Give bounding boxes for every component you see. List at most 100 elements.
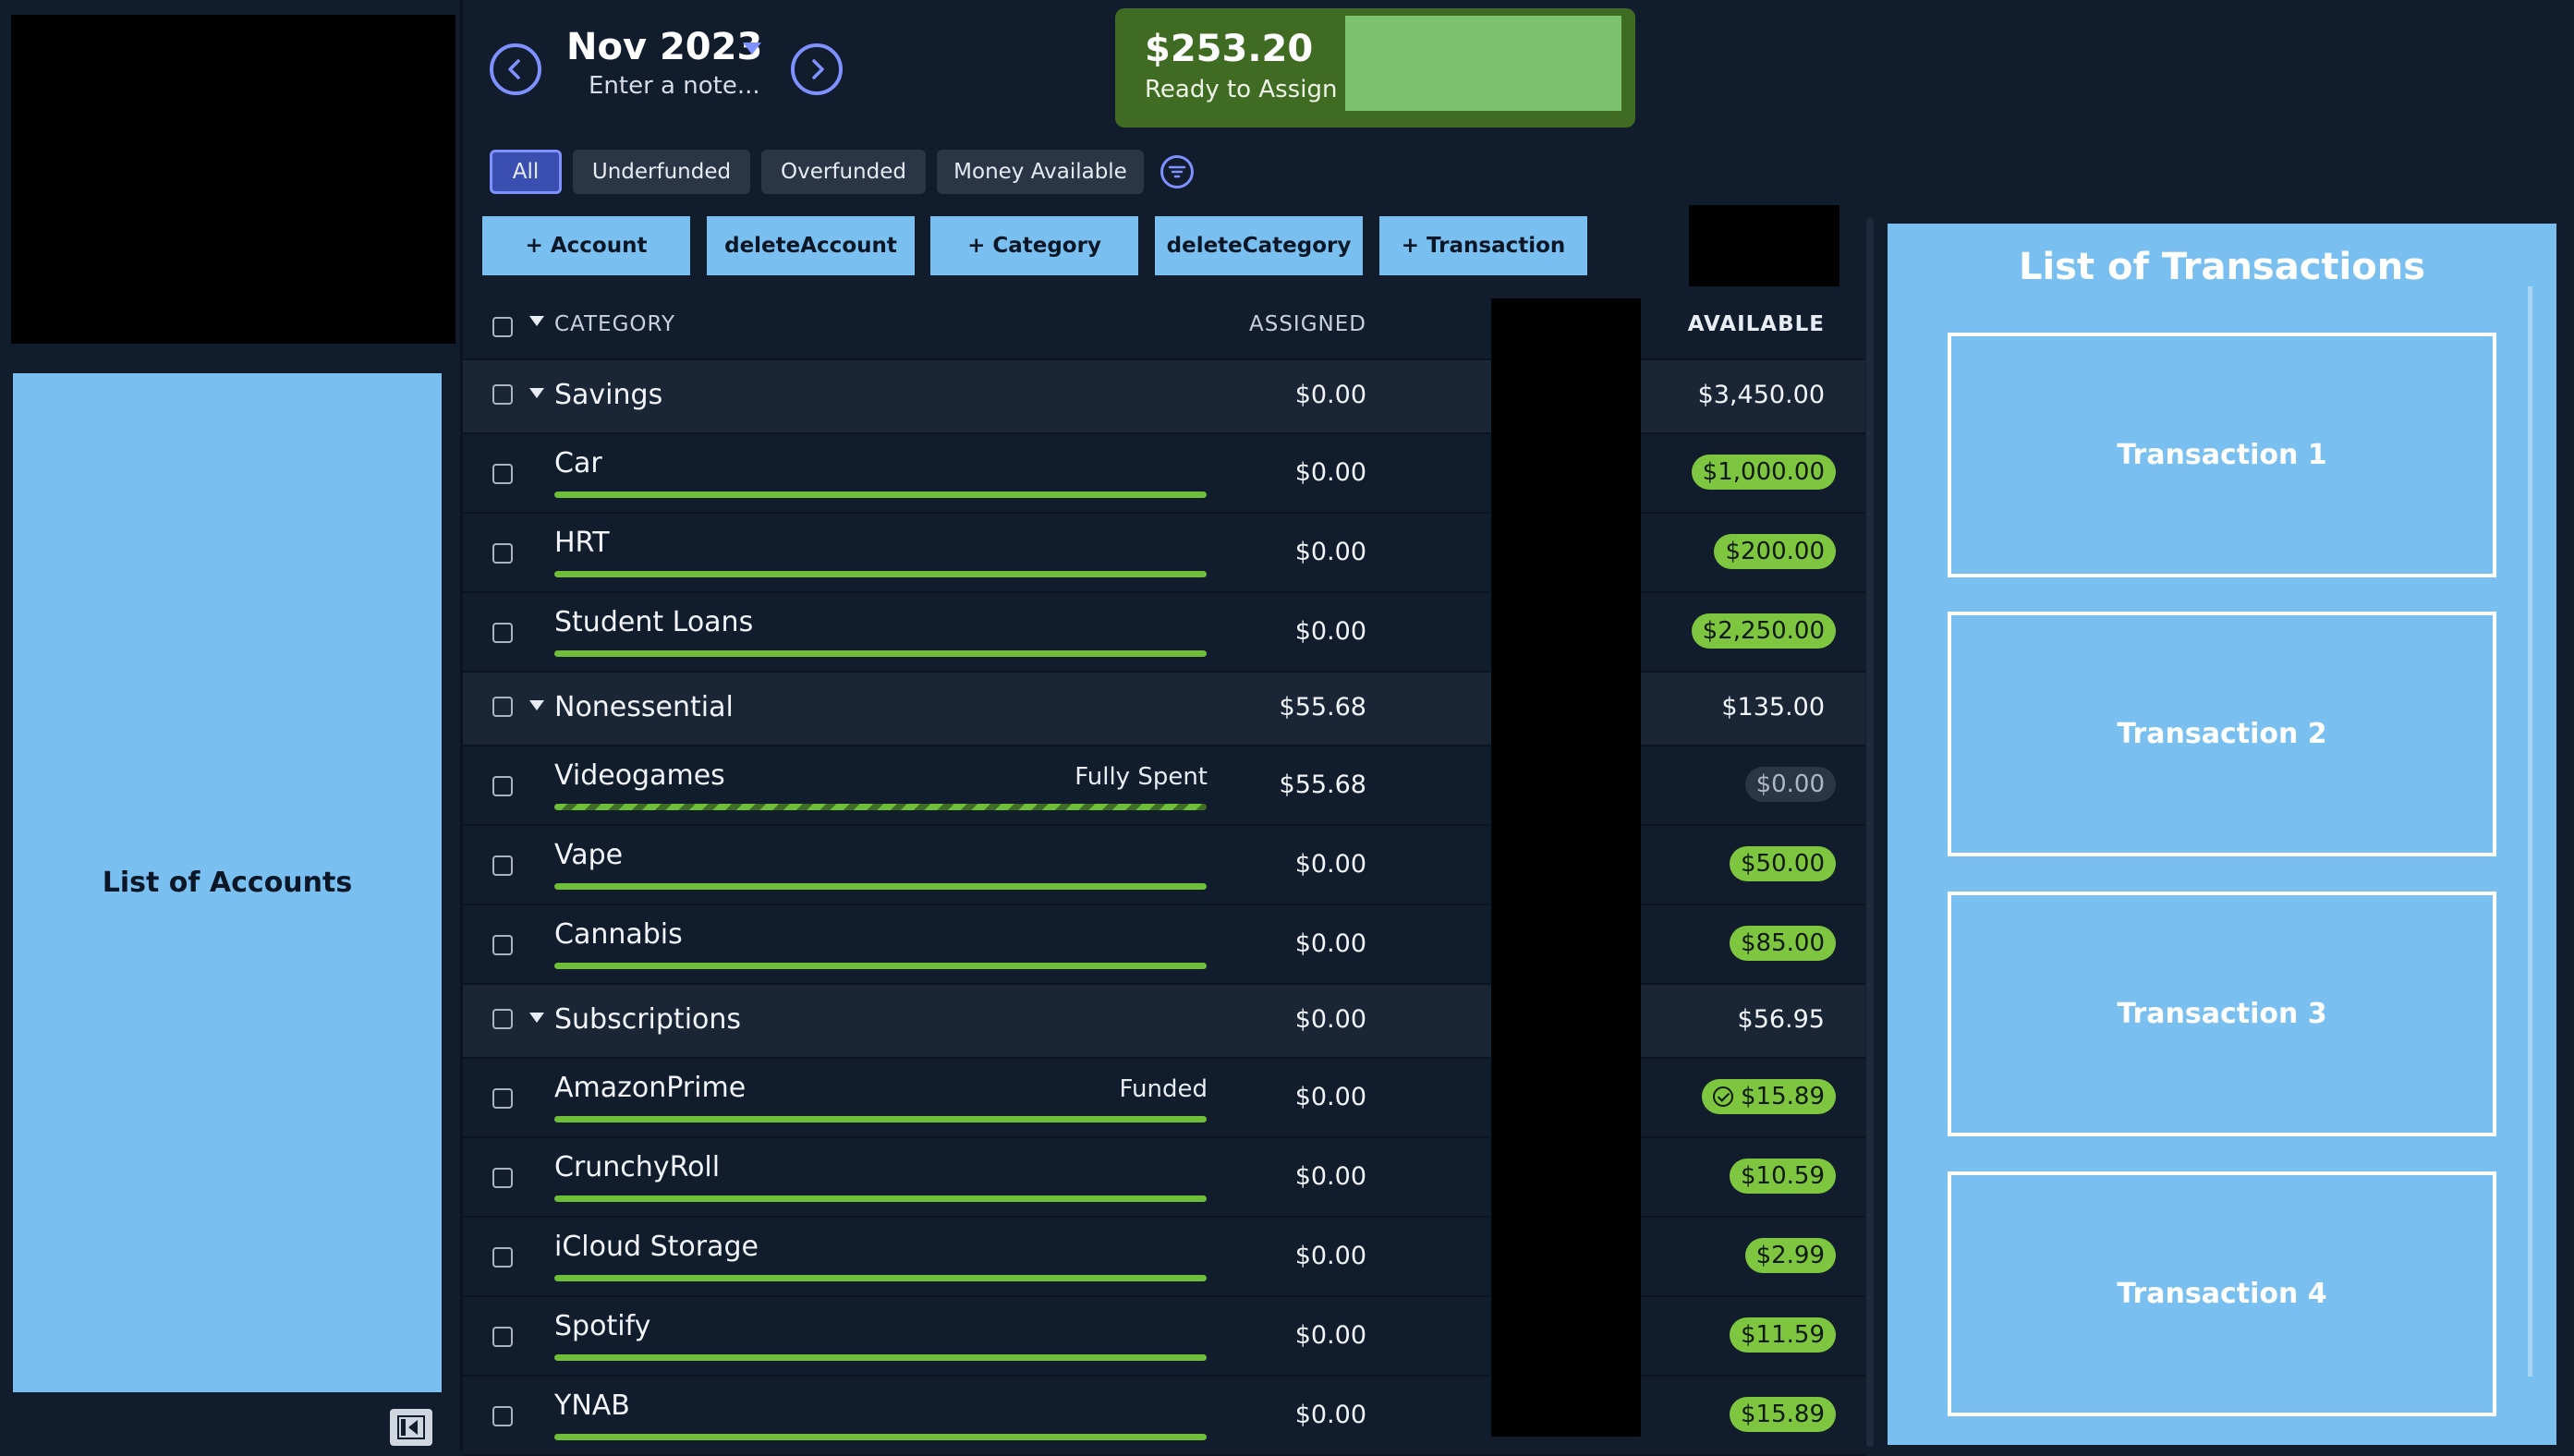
caret-down-icon[interactable]: [529, 388, 544, 398]
category-row[interactable]: Spotify $0.00 $11.59: [463, 1297, 1865, 1377]
category-name[interactable]: YNAB: [554, 1389, 630, 1422]
category-name[interactable]: Vape: [554, 839, 623, 871]
category-assigned[interactable]: $55.68: [1280, 770, 1366, 799]
collapse-sidebar-button[interactable]: [390, 1409, 432, 1446]
category-row[interactable]: AmazonPrime Funded $0.00 $15.89: [463, 1059, 1865, 1138]
available-pill[interactable]: $50.00: [1730, 846, 1836, 881]
next-month-button[interactable]: [791, 43, 843, 95]
category-row[interactable]: HRT $0.00 $200.00: [463, 514, 1865, 593]
category-group-row[interactable]: Savings $0.00 $3,450.00: [463, 360, 1865, 434]
category-checkbox[interactable]: [492, 623, 513, 643]
filter-all[interactable]: All: [490, 150, 562, 194]
filter-overfunded[interactable]: Overfunded: [761, 150, 926, 194]
category-name[interactable]: Cannabis: [554, 918, 683, 951]
category-row[interactable]: CrunchyRoll $0.00 $10.59: [463, 1138, 1865, 1218]
transactions-panel[interactable]: List of Transactions Transaction 1 Trans…: [1888, 224, 2556, 1445]
category-checkbox[interactable]: [492, 1406, 513, 1426]
delete-category-button[interactable]: deleteCategory: [1155, 216, 1363, 275]
caret-down-icon[interactable]: [529, 700, 544, 710]
group-checkbox[interactable]: [492, 384, 513, 405]
available-pill[interactable]: $10.59: [1730, 1159, 1836, 1194]
available-pill[interactable]: $85.00: [1730, 926, 1836, 961]
category-name[interactable]: HRT: [554, 527, 610, 559]
caret-down-icon[interactable]: [743, 42, 761, 55]
category-assigned[interactable]: $0.00: [1295, 1083, 1366, 1111]
delete-account-button[interactable]: deleteAccount: [707, 216, 915, 275]
category-row[interactable]: Student Loans $0.00 $2,250.00: [463, 593, 1865, 673]
transactions-scrollbar[interactable]: [2528, 286, 2532, 1377]
caret-down-icon[interactable]: [529, 1013, 544, 1023]
category-checkbox[interactable]: [492, 543, 513, 564]
category-assigned[interactable]: $0.00: [1295, 850, 1366, 879]
available-pill[interactable]: $11.59: [1730, 1317, 1836, 1353]
category-assigned[interactable]: $0.00: [1295, 929, 1366, 958]
category-name[interactable]: Videogames: [554, 759, 725, 792]
month-selector[interactable]: Nov 2023: [566, 26, 762, 68]
category-name[interactable]: CrunchyRoll: [554, 1151, 720, 1183]
accounts-panel[interactable]: List of Accounts: [13, 373, 442, 1392]
category-name[interactable]: iCloud Storage: [554, 1231, 759, 1263]
category-assigned[interactable]: $0.00: [1295, 1321, 1366, 1350]
available-pill[interactable]: $15.89: [1730, 1397, 1836, 1432]
group-checkbox[interactable]: [492, 697, 513, 717]
transaction-card[interactable]: Transaction 1: [1948, 333, 2496, 577]
category-name[interactable]: AmazonPrime: [554, 1072, 746, 1104]
available-pill[interactable]: $1,000.00: [1691, 455, 1836, 490]
collapse-all-icon[interactable]: [529, 316, 544, 326]
category-assigned[interactable]: $0.00: [1295, 617, 1366, 646]
category-group-row[interactable]: Nonessential $55.68 $135.00: [463, 673, 1865, 746]
category-progress-bar: [554, 491, 1207, 498]
category-checkbox[interactable]: [492, 1088, 513, 1109]
category-checkbox[interactable]: [492, 1168, 513, 1188]
group-checkbox[interactable]: [492, 1009, 513, 1029]
available-pill[interactable]: $15.89: [1702, 1079, 1836, 1114]
category-checkbox[interactable]: [492, 855, 513, 876]
transaction-card[interactable]: Transaction 4: [1948, 1171, 2496, 1416]
category-row[interactable]: Videogames Fully Spent $55.68 $0.00: [463, 746, 1865, 826]
category-assigned[interactable]: $0.00: [1295, 1401, 1366, 1429]
group-name[interactable]: Nonessential: [554, 691, 734, 723]
group-name[interactable]: Subscriptions: [554, 1003, 741, 1036]
category-row[interactable]: YNAB $0.00 $15.89: [463, 1377, 1865, 1456]
category-row[interactable]: Cannabis $0.00 $85.00: [463, 905, 1865, 985]
category-group-row[interactable]: Subscriptions $0.00 $56.95: [463, 985, 1865, 1059]
category-name[interactable]: Student Loans: [554, 606, 753, 638]
category-column-header[interactable]: CATEGORY: [554, 312, 675, 336]
assigned-column-header[interactable]: ASSIGNED: [1249, 312, 1366, 336]
category-checkbox[interactable]: [492, 1327, 513, 1347]
group-name[interactable]: Savings: [554, 379, 662, 411]
category-name[interactable]: Spotify: [554, 1310, 650, 1342]
available-pill[interactable]: $2.99: [1744, 1238, 1836, 1273]
category-assigned[interactable]: $0.00: [1295, 458, 1366, 487]
available-column-header[interactable]: AVAILABLE: [1688, 312, 1825, 336]
add-category-button[interactable]: + Category: [930, 216, 1138, 275]
chevron-right-icon: [812, 59, 824, 79]
previous-month-button[interactable]: [490, 43, 541, 95]
category-checkbox[interactable]: [492, 776, 513, 796]
available-pill[interactable]: $200.00: [1714, 534, 1836, 569]
month-note-field[interactable]: Enter a note...: [589, 72, 760, 100]
category-checkbox[interactable]: [492, 935, 513, 955]
category-checkbox[interactable]: [492, 1247, 513, 1268]
transaction-card[interactable]: Transaction 2: [1948, 612, 2496, 856]
available-amount: $2.99: [1755, 1242, 1825, 1269]
available-amount: $15.89: [1741, 1083, 1825, 1110]
add-transaction-button[interactable]: + Transaction: [1379, 216, 1587, 275]
table-scrollbar[interactable]: [1866, 218, 1874, 1447]
category-assigned[interactable]: $0.00: [1295, 1242, 1366, 1270]
filter-icon[interactable]: [1160, 155, 1194, 188]
category-name[interactable]: Car: [554, 447, 602, 479]
filter-underfunded[interactable]: Underfunded: [573, 150, 750, 194]
category-checkbox[interactable]: [492, 464, 513, 484]
category-row[interactable]: Vape $0.00 $50.00: [463, 826, 1865, 905]
transaction-card[interactable]: Transaction 3: [1948, 892, 2496, 1136]
add-account-button[interactable]: + Account: [482, 216, 690, 275]
category-row[interactable]: Car $0.00 $1,000.00: [463, 434, 1865, 514]
available-pill[interactable]: $0.00: [1744, 767, 1836, 802]
category-row[interactable]: iCloud Storage $0.00 $2.99: [463, 1218, 1865, 1297]
select-all-checkbox[interactable]: [492, 317, 513, 337]
category-assigned[interactable]: $0.00: [1295, 538, 1366, 566]
available-pill[interactable]: $2,250.00: [1691, 613, 1836, 649]
category-assigned[interactable]: $0.00: [1295, 1162, 1366, 1191]
filter-money-available[interactable]: Money Available: [937, 150, 1144, 194]
